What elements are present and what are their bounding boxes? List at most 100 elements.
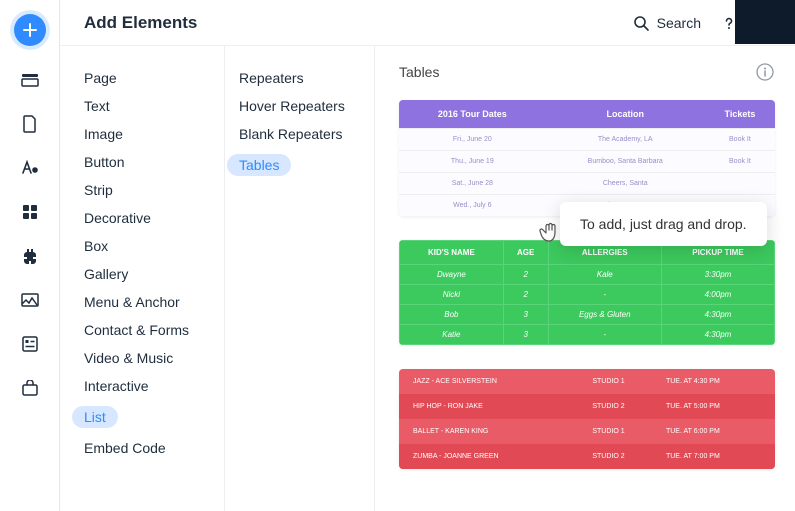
form-icon[interactable] (20, 334, 40, 354)
table-cell: Book It (705, 129, 775, 151)
category-item[interactable]: Gallery (60, 260, 224, 288)
table-cell: Sat., June 28 (399, 173, 546, 195)
search-button[interactable]: Search (633, 15, 701, 31)
table-cell: 4:00pm (661, 285, 774, 305)
content-area: Tables 2016 Tour DatesLocationTicketsFri… (375, 46, 795, 511)
subcategory-item[interactable]: Repeaters (225, 64, 374, 92)
table-cell: Dwayne (400, 265, 504, 285)
table-row: ZUMBA - JOANNE GREENSTUDIO 2TUE. AT 7:00… (399, 444, 775, 469)
apps-icon[interactable] (20, 202, 40, 222)
add-elements-button[interactable] (14, 14, 46, 46)
category-item[interactable]: Contact & Forms (60, 316, 224, 344)
col-header: Tickets (705, 100, 775, 129)
table-cell: The Academy, LA (546, 129, 705, 151)
category-label: Image (84, 126, 123, 142)
table-row: JAZZ - ACE SILVERSTEINSTUDIO 1TUE. AT 4:… (399, 369, 775, 394)
table-cell: ZUMBA - JOANNE GREEN (399, 444, 588, 469)
table-row: BALLET - KAREN KINGSTUDIO 1TUE. AT 6:00 … (399, 419, 775, 444)
table-preset-classes[interactable]: JAZZ - ACE SILVERSTEINSTUDIO 1TUE. AT 4:… (399, 369, 775, 469)
category-item[interactable]: Embed Code (60, 434, 224, 462)
table-cell: JAZZ - ACE SILVERSTEIN (399, 369, 588, 394)
table-row: Sat., June 28Cheers, Santa (399, 173, 775, 195)
table-cell: Nicki (400, 285, 504, 305)
subcategory-item[interactable]: Hover Repeaters (225, 92, 374, 120)
store-icon[interactable] (20, 378, 40, 398)
table-cell: 4:30pm (661, 305, 774, 325)
category-item[interactable]: Interactive (60, 372, 224, 400)
info-icon (756, 63, 774, 81)
info-button[interactable] (755, 62, 775, 82)
table-cell: STUDIO 2 (588, 444, 662, 469)
page-banner-fragment (735, 0, 795, 44)
category-label: Strip (84, 182, 113, 198)
text-style-icon[interactable] (20, 158, 40, 178)
table-row: Thu., June 19Bumboo, Santa BarbaraBook I… (399, 151, 775, 173)
category-label: Text (84, 98, 110, 114)
table-cell: Kale (548, 265, 661, 285)
table-cell: Thu., June 19 (399, 151, 546, 173)
table-cell: Katie (400, 325, 504, 345)
subcategory-label: Tables (227, 154, 291, 176)
table-cell: Eggs & Gluten (548, 305, 661, 325)
table-cell: BALLET - KAREN KING (399, 419, 588, 444)
table-row: HIP HOP - RON JAKESTUDIO 2TUE. AT 5:00 P… (399, 394, 775, 419)
table-cell: Cheers, Santa (546, 173, 705, 195)
category-item[interactable]: Box (60, 232, 224, 260)
category-label: List (72, 406, 118, 428)
category-item[interactable]: Strip (60, 176, 224, 204)
panel-title: Add Elements (84, 13, 197, 33)
category-label: Gallery (84, 266, 128, 282)
page-icon[interactable] (20, 114, 40, 134)
table-cell: TUE. AT 5:00 PM (662, 394, 775, 419)
category-label: Box (84, 238, 108, 254)
table-row: Nicki2-4:00pm (400, 285, 775, 305)
category-item[interactable]: Page (60, 64, 224, 92)
category-item[interactable]: Image (60, 120, 224, 148)
table-row: Fri., June 20The Academy, LABook It (399, 129, 775, 151)
category-label: Button (84, 154, 124, 170)
category-label: Video & Music (84, 350, 173, 366)
subcategory-label: Repeaters (239, 70, 304, 86)
subcategory-item[interactable]: Tables (225, 148, 374, 182)
table-cell: 3 (503, 305, 548, 325)
table-cell: 2 (503, 265, 548, 285)
category-item[interactable]: Decorative (60, 204, 224, 232)
table-cell (705, 173, 775, 195)
category-item[interactable]: Text (60, 92, 224, 120)
category-label: Decorative (84, 210, 151, 226)
category-label: Contact & Forms (84, 322, 189, 338)
image-icon[interactable] (20, 290, 40, 310)
search-icon (633, 15, 649, 31)
plugins-icon[interactable] (20, 246, 40, 266)
col-header: 2016 Tour Dates (399, 100, 546, 129)
table-preset-kids[interactable]: KID'S NAMEAGEALLERGIESPICKUP TIMEDwayne2… (399, 240, 775, 345)
table-cell: Wed., July 6 (399, 195, 546, 217)
table-cell: Bob (400, 305, 504, 325)
category-item[interactable]: Video & Music (60, 344, 224, 372)
subcategory-list: Repeaters Hover Repeaters Blank Repeaters T… (225, 46, 375, 511)
table-row: Bob3Eggs & Gluten4:30pm (400, 305, 775, 325)
table-cell: 3 (503, 325, 548, 345)
table-cell: - (548, 285, 661, 305)
category-item[interactable]: Menu & Anchor (60, 288, 224, 316)
search-label: Search (657, 15, 701, 31)
table-preset-tour-dates[interactable]: 2016 Tour DatesLocationTicketsFri., June… (399, 100, 775, 216)
table-row: Katie3-4:30pm (400, 325, 775, 345)
drag-tooltip: To add, just drag and drop. (560, 202, 767, 246)
add-elements-panel: Add Elements Search Page Text Image Button S… (60, 0, 795, 511)
table-cell: STUDIO 1 (588, 419, 662, 444)
section-icon[interactable] (20, 70, 40, 90)
table-cell: STUDIO 2 (588, 394, 662, 419)
subcategory-label: Blank Repeaters (239, 126, 343, 142)
col-header: KID'S NAME (400, 241, 504, 265)
col-header: Location (546, 100, 705, 129)
category-item[interactable]: Button (60, 148, 224, 176)
category-label: Interactive (84, 378, 149, 394)
subcategory-label: Hover Repeaters (239, 98, 345, 114)
subcategory-item[interactable]: Blank Repeaters (225, 120, 374, 148)
table-cell: - (548, 325, 661, 345)
table-cell: 2 (503, 285, 548, 305)
content-title: Tables (399, 64, 439, 80)
col-header: AGE (503, 241, 548, 265)
category-item[interactable]: List (60, 400, 224, 434)
